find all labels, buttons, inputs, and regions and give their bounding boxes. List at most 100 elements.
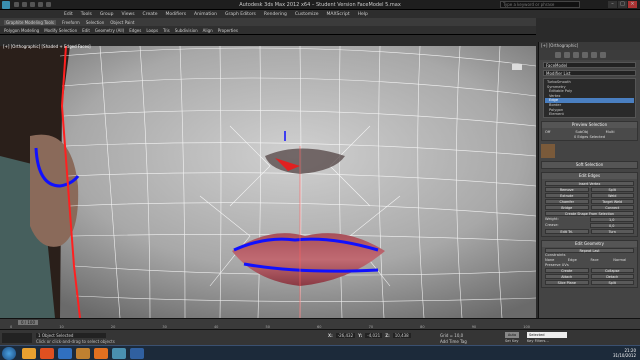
perspective-viewport[interactable] — [0, 46, 536, 318]
ribbon-tool-tris[interactable]: Tris — [163, 28, 170, 33]
create-tab-icon[interactable] — [555, 52, 561, 58]
system-clock[interactable]: 21:20 31/10/2012 — [613, 348, 636, 358]
search-input[interactable]: Type a keyword or phrase — [500, 1, 580, 8]
detach-button[interactable]: Detach — [590, 274, 634, 279]
key-filters-button[interactable]: Key Filters... — [527, 339, 549, 343]
modifier-stack: TurboSmooth Symmetry Editable Poly Vertex Ed… — [543, 78, 636, 118]
ribbon-tab-selection[interactable]: Selection — [86, 20, 104, 25]
material-thumbnail[interactable] — [541, 144, 555, 158]
set-key-button[interactable]: Set Key — [505, 339, 519, 343]
modify-tab-icon[interactable] — [564, 52, 570, 58]
command-panel-tabs — [539, 50, 640, 60]
preview-option-off[interactable]: Off — [545, 130, 573, 134]
ribbon-tool-edges[interactable]: Edges — [129, 28, 141, 33]
start-button-icon[interactable] — [2, 347, 16, 360]
menu-item-modifiers[interactable]: Modifiers — [166, 12, 187, 17]
constraint-none[interactable]: None — [545, 258, 566, 262]
object-name-field[interactable]: FaceModel — [543, 62, 636, 68]
folder-icon[interactable] — [76, 348, 90, 359]
maxscript-listener[interactable] — [2, 333, 32, 343]
preview-option-multi[interactable]: Multi — [606, 130, 634, 134]
remove-button[interactable]: Remove — [545, 187, 589, 192]
title-bar: Autodesk 3ds Max 2012 x64 – Student Vers… — [0, 0, 640, 10]
ribbon-tab-graphite-modeling-tools[interactable]: Graphite Modeling Tools — [4, 19, 57, 25]
crease-spinner[interactable]: 0,0 — [589, 223, 634, 228]
rollout-header[interactable]: Soft Selection — [542, 162, 637, 168]
preview-option-subobj[interactable]: SubObj — [575, 130, 603, 134]
selection-count: 1 Object Selected — [36, 333, 106, 338]
viewport-label[interactable]: [+] [Orthographic] [Shaded + Edged Faces… — [3, 44, 91, 49]
weight-spinner[interactable]: 1,0 — [589, 217, 634, 222]
ribbon-tab-freeform[interactable]: Freeform — [62, 20, 80, 25]
turn-button[interactable]: Turn — [590, 229, 634, 234]
vlc-icon[interactable] — [94, 348, 108, 359]
utilities-tab-icon[interactable] — [600, 52, 606, 58]
ribbon-tool-modify-selection[interactable]: Modify Selection — [44, 28, 77, 33]
ribbon-tool-geometry-all-[interactable]: Geometry (All) — [95, 28, 124, 33]
menu-item-rendering[interactable]: Rendering — [264, 12, 287, 17]
menu-item-views[interactable]: Views — [122, 12, 135, 17]
ie-icon[interactable] — [58, 348, 72, 359]
menu-item-tools[interactable]: Tools — [81, 12, 92, 17]
ribbon-tool-polygon-modeling[interactable]: Polygon Modeling — [4, 28, 39, 33]
extrude-button[interactable]: Extrude — [545, 193, 589, 198]
constraint-face[interactable]: Face — [591, 258, 612, 262]
chamfer-button[interactable]: Chamfer — [545, 199, 589, 204]
firefox-icon[interactable] — [40, 348, 54, 359]
3dsmax-taskbar-icon[interactable] — [112, 348, 126, 359]
auto-key-button[interactable]: Auto Key — [505, 332, 519, 343]
minimize-button[interactable]: – — [608, 1, 617, 8]
ribbon-tool-subdivision[interactable]: Subdivision — [175, 28, 198, 33]
menu-item-group[interactable]: Group — [100, 12, 114, 17]
menu-item-help[interactable]: Help — [358, 12, 368, 17]
maximize-button[interactable]: □ — [618, 1, 627, 8]
menu-item-customize[interactable]: Customize — [295, 12, 319, 17]
face-mesh-render[interactable] — [0, 46, 536, 318]
key-set-dropdown[interactable]: Selected — [527, 332, 567, 338]
modifier-list-dropdown[interactable]: Modifier List — [543, 70, 636, 76]
bridge-button[interactable]: Bridge — [545, 205, 589, 210]
constraint-edge[interactable]: Edge — [568, 258, 589, 262]
side-viewport-label[interactable]: [+] [Orthographic] — [539, 42, 640, 50]
split-button[interactable]: Split — [590, 280, 634, 285]
close-button[interactable]: × — [628, 1, 637, 8]
add-time-tag-button[interactable]: Add Time Tag — [440, 339, 467, 344]
create-shape-from-selection-button[interactable]: Create Shape From Selection — [545, 211, 634, 216]
menu-item-animation[interactable]: Animation — [194, 12, 217, 17]
menu-item-create[interactable]: Create — [143, 12, 158, 17]
ribbon-tool-loops[interactable]: Loops — [146, 28, 158, 33]
menu-item-graph-editors[interactable]: Graph Editors — [225, 12, 256, 17]
x-coord[interactable]: -26,432 — [335, 333, 356, 338]
create-button[interactable]: Create — [545, 268, 589, 273]
display-tab-icon[interactable] — [591, 52, 597, 58]
z-label: Z: — [385, 333, 390, 338]
coordinate-display: X: -26,432 Y: -4,021 Z: 10,438 — [328, 333, 411, 338]
hierarchy-tab-icon[interactable] — [573, 52, 579, 58]
motion-tab-icon[interactable] — [582, 52, 588, 58]
ribbon-tool-edit[interactable]: Edit — [82, 28, 90, 33]
menu-item-edit[interactable]: Edit — [64, 12, 73, 17]
timeline[interactable]: 0 / 100 0 10 20 30 40 50 60 70 80 90 100 — [0, 318, 640, 329]
split-button[interactable]: Split — [590, 187, 634, 192]
soft-selection-rollout: Soft Selection — [541, 161, 638, 169]
ribbon-tab-object-paint[interactable]: Object Paint — [110, 20, 134, 25]
collapse-button[interactable]: Collapse — [590, 268, 634, 273]
explorer-icon[interactable] — [22, 348, 36, 359]
weld-button[interactable]: Weld — [590, 193, 634, 198]
stack-item-element[interactable]: Element — [545, 112, 634, 117]
y-coord[interactable]: -4,021 — [365, 333, 383, 338]
ribbon-tool-align[interactable]: Align — [203, 28, 213, 33]
ribbon-tool-properties[interactable]: Properties — [218, 28, 238, 33]
constraint-normal[interactable]: Normal — [613, 258, 634, 262]
edit-tri--button[interactable]: Edit Tri. — [545, 229, 589, 234]
attach-button[interactable]: Attach — [545, 274, 589, 279]
menu-item-maxscript[interactable]: MAXScript — [327, 12, 350, 17]
insert-vertex-button[interactable]: Insert Vertex — [545, 181, 634, 186]
connect-button[interactable]: Connect — [590, 205, 634, 210]
photoshop-icon[interactable] — [130, 348, 144, 359]
slice-plane-button[interactable]: Slice Plane — [545, 280, 589, 285]
preserve-uvs-checkbox[interactable]: Preserve UVs — [545, 263, 634, 267]
target-weld-button[interactable]: Target Weld — [590, 199, 634, 204]
z-coord[interactable]: 10,438 — [392, 333, 411, 338]
x-label: X: — [328, 333, 333, 338]
